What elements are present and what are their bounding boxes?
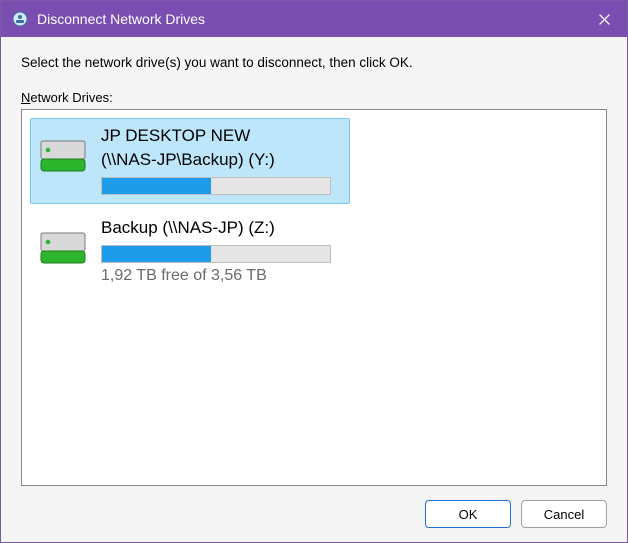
usage-bar [101,177,331,195]
button-row: OK Cancel [21,486,607,528]
app-icon [11,10,29,28]
dialog-content: Select the network drive(s) you want to … [1,37,627,542]
network-drive-icon [39,137,87,177]
instruction-text: Select the network drive(s) you want to … [21,55,607,70]
window-title: Disconnect Network Drives [37,11,581,27]
list-label-mnemonic: N [21,90,30,105]
close-button[interactable] [581,1,627,37]
dialog-window: Disconnect Network Drives Select the net… [0,0,628,543]
drive-name-line2: (\\NAS-JP\Backup) (Y:) [101,149,341,171]
titlebar: Disconnect Network Drives [1,1,627,37]
drive-name-line1: Backup (\\NAS-JP) (Z:) [101,217,341,239]
drive-info: JP DESKTOP NEW (\\NAS-JP\Backup) (Y:) [101,125,341,195]
list-label-rest: etwork Drives: [30,90,112,105]
list-label: Network Drives: [21,90,607,105]
drive-name-line1: JP DESKTOP NEW [101,125,341,147]
network-drives-list[interactable]: JP DESKTOP NEW (\\NAS-JP\Backup) (Y:) [21,109,607,486]
usage-fill [102,246,211,262]
drive-info: Backup (\\NAS-JP) (Z:) 1,92 TB free of 3… [101,217,341,285]
network-drive-icon [39,229,87,269]
drive-free-text: 1,92 TB free of 3,56 TB [101,267,341,285]
usage-fill [102,178,211,194]
drive-item[interactable]: JP DESKTOP NEW (\\NAS-JP\Backup) (Y:) [30,118,350,204]
drive-item[interactable]: Backup (\\NAS-JP) (Z:) 1,92 TB free of 3… [30,210,350,294]
cancel-button[interactable]: Cancel [521,500,607,528]
usage-bar [101,245,331,263]
ok-button[interactable]: OK [425,500,511,528]
